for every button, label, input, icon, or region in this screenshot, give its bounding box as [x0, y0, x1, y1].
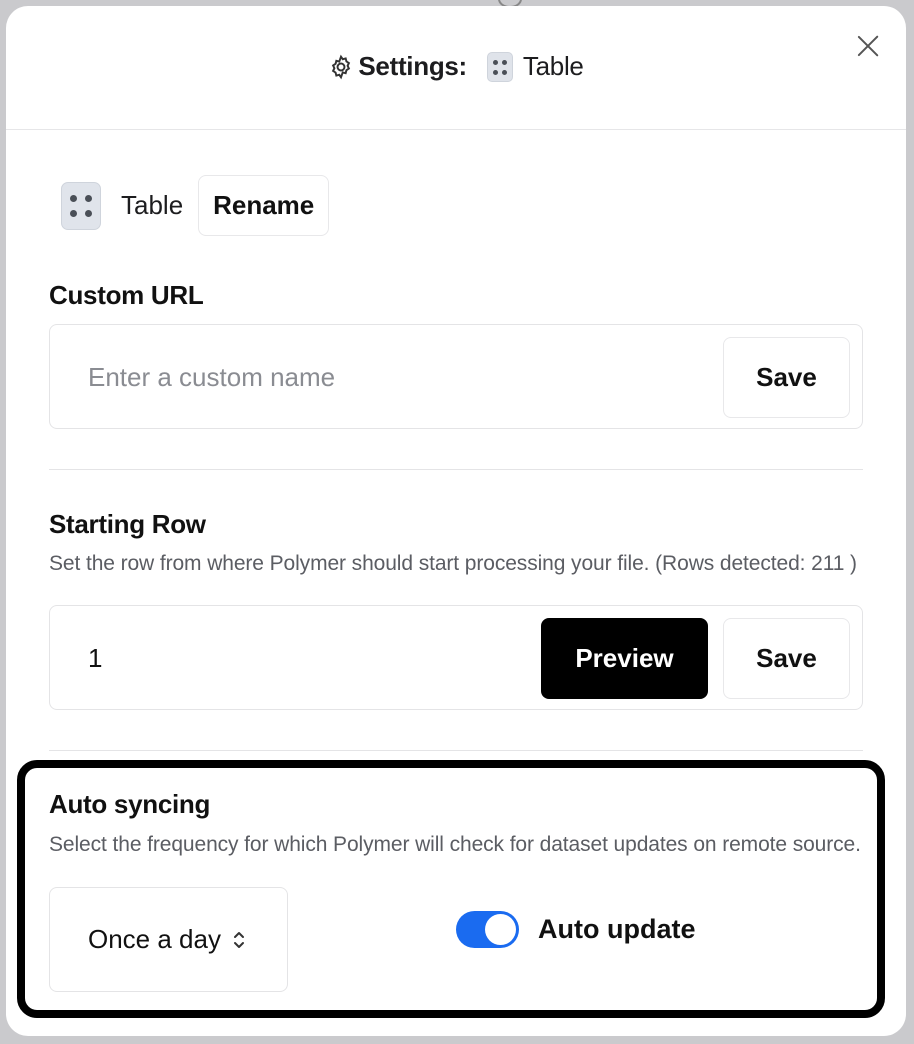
auto-update-toggle[interactable] [456, 911, 519, 948]
custom-url-input[interactable] [86, 351, 690, 403]
preview-button[interactable]: Preview [541, 618, 708, 699]
modal-title-table-name: Table [522, 51, 584, 81]
custom-url-save-button[interactable]: Save [723, 337, 850, 418]
custom-url-field: Save [49, 324, 863, 429]
custom-url-title: Custom URL [49, 280, 204, 310]
auto-update-label: Auto update [538, 914, 696, 944]
section-divider [49, 750, 863, 751]
table-icon [486, 51, 513, 82]
section-divider [49, 469, 863, 470]
toggle-knob [485, 914, 516, 945]
table-icon [61, 181, 101, 230]
chevron-up-down-icon [233, 931, 244, 948]
table-name-label: Table [121, 190, 184, 220]
starting-row-field: Preview Save [49, 605, 863, 710]
modal-title-text: Settings: [358, 51, 467, 81]
frequency-select-value: Once a day [88, 924, 221, 954]
settings-gear-icon [332, 54, 351, 79]
close-icon[interactable] [856, 34, 880, 58]
modal-header: Settings: Table [6, 6, 906, 130]
rename-button[interactable]: Rename [198, 175, 330, 236]
starting-row-save-button[interactable]: Save [723, 618, 850, 699]
modal-title: Settings: Table [6, 51, 906, 82]
auto-update-row: Auto update [456, 911, 695, 948]
frequency-select[interactable]: Once a day [49, 887, 288, 992]
starting-row-description: Set the row from where Polymer should st… [49, 552, 857, 575]
settings-modal: Settings: Table Table Rename Custom URL … [6, 6, 906, 1036]
starting-row-title: Starting Row [49, 509, 206, 539]
auto-syncing-title: Auto syncing [49, 789, 211, 819]
auto-syncing-description: Select the frequency for which Polymer w… [49, 833, 861, 856]
table-name-row: Table Rename [61, 175, 330, 236]
